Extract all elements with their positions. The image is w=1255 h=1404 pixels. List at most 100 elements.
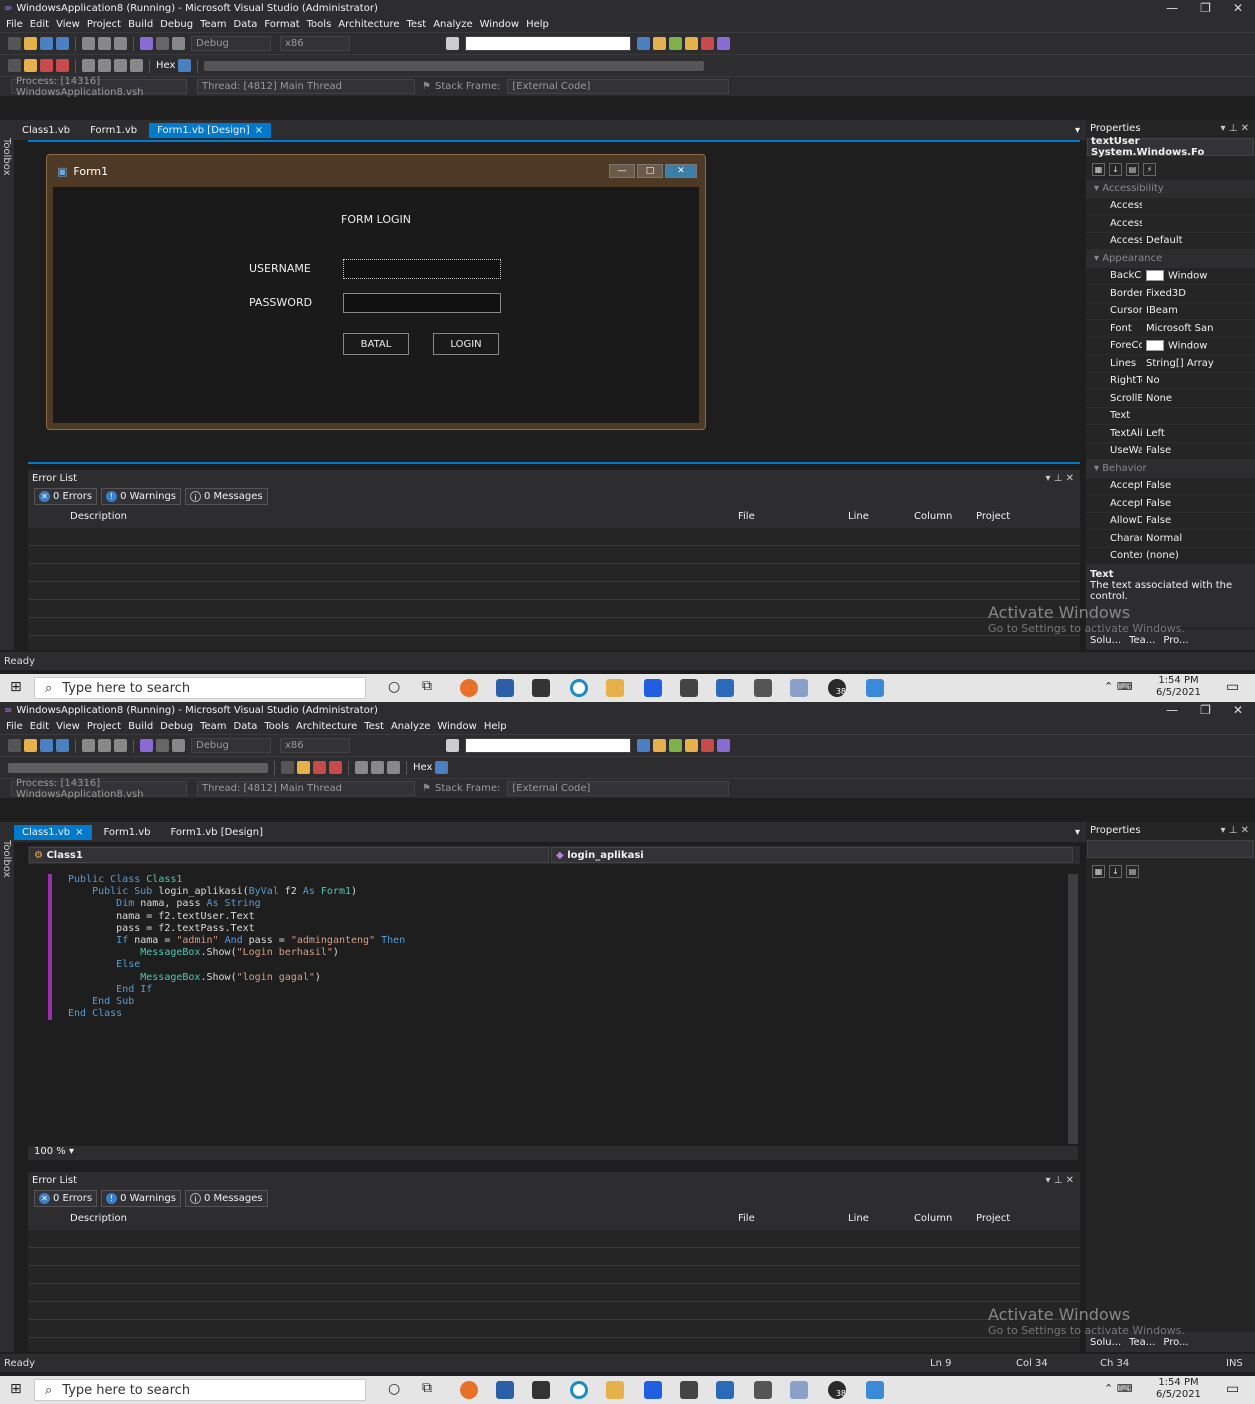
menu-analyze[interactable]: Analyze: [433, 19, 472, 30]
app2-icon[interactable]: [680, 1381, 698, 1399]
menu-file[interactable]: File: [6, 721, 23, 732]
open-folder-icon[interactable]: [24, 739, 37, 752]
col-column[interactable]: Column: [914, 1213, 952, 1224]
property-row[interactable]: CharacterCNormal: [1086, 530, 1255, 548]
col-description[interactable]: Description: [70, 1213, 127, 1224]
tray-icons[interactable]: ⌃ ⌨: [1104, 1382, 1133, 1395]
app4-icon[interactable]: [754, 679, 772, 697]
errors-filter-button[interactable]: ✕ 0 Errors: [34, 487, 98, 505]
properties-view-icon[interactable]: ▤: [1126, 162, 1139, 176]
menu-data[interactable]: Data: [234, 19, 258, 30]
breakpoints-icon[interactable]: [178, 59, 192, 72]
step-over-icon[interactable]: [114, 59, 127, 72]
menu-window[interactable]: Window: [437, 721, 476, 732]
property-row[interactable]: ContextMe(none): [1086, 548, 1255, 565]
solution-explorer-icon[interactable]: [637, 739, 650, 752]
col-column[interactable]: Column: [914, 511, 952, 522]
chrome-icon[interactable]: [460, 679, 478, 697]
code-line[interactable]: Public Sub login_aplikasi(ByVal f2 As Fo…: [68, 886, 405, 898]
properties-view-icon[interactable]: ▤: [1126, 864, 1139, 878]
property-category[interactable]: ▾ Accessibility: [1086, 180, 1255, 198]
find-combo[interactable]: [465, 36, 631, 51]
chevron-down-icon[interactable]: ▾: [1075, 827, 1080, 838]
restore-icon[interactable]: ❐: [1200, 703, 1211, 717]
tab-class1[interactable]: Class1.vb: [14, 123, 78, 138]
app2-icon[interactable]: [680, 679, 698, 697]
whatsapp-icon[interactable]: 38: [828, 679, 846, 697]
tab-form1[interactable]: Form1.vb: [82, 123, 145, 138]
col-description[interactable]: Description: [70, 511, 127, 522]
property-row[interactable]: AcceptsReFalse: [1086, 478, 1255, 495]
menu-view[interactable]: View: [56, 19, 80, 30]
stop-icon[interactable]: [40, 59, 53, 72]
alphabetical-icon[interactable]: ↓: [1109, 864, 1122, 878]
chevron-down-icon[interactable]: ▾: [1075, 125, 1080, 136]
app5-icon[interactable]: [790, 1381, 808, 1399]
app6-icon[interactable]: [866, 1381, 884, 1399]
new-project-icon[interactable]: [8, 37, 21, 50]
menu-test[interactable]: Test: [364, 721, 384, 732]
menu-test[interactable]: Test: [407, 19, 427, 30]
tab-properties[interactable]: Pro...: [1163, 1337, 1188, 1348]
chrome-icon[interactable]: [460, 1381, 478, 1399]
solution-explorer-icon[interactable]: [637, 37, 650, 50]
restart-icon[interactable]: [56, 59, 69, 72]
start-page-icon[interactable]: [701, 739, 714, 752]
notification-icon[interactable]: ▭: [1226, 1381, 1239, 1397]
platform-combo[interactable]: x86: [280, 738, 350, 753]
menu-edit[interactable]: Edit: [30, 721, 49, 732]
menu-debug[interactable]: Debug: [160, 721, 193, 732]
undo-icon[interactable]: [140, 739, 153, 752]
save-icon[interactable]: [40, 37, 53, 50]
form-close-icon[interactable]: ✕: [665, 164, 697, 178]
object-browser-icon[interactable]: [669, 37, 682, 50]
code-text[interactable]: Public Class Class1 Public Sub login_apl…: [68, 874, 405, 1020]
step-out-icon[interactable]: [130, 59, 143, 72]
tab-solution-explorer[interactable]: Solu...: [1090, 1337, 1121, 1348]
stop-icon[interactable]: [313, 761, 326, 774]
property-row[interactable]: AccessiblDefault: [1086, 233, 1255, 250]
toolbox-icon[interactable]: [685, 739, 698, 752]
property-value[interactable]: Left: [1142, 428, 1255, 439]
property-value[interactable]: Window: [1142, 340, 1255, 352]
col-file[interactable]: File: [738, 511, 755, 522]
config-combo[interactable]: Debug: [191, 738, 271, 753]
vs-taskbar-icon[interactable]: [606, 679, 624, 697]
close-icon[interactable]: ✕: [1233, 1, 1243, 15]
pin-icon[interactable]: ▾ ⊥ ✕: [1046, 473, 1074, 484]
cut-icon[interactable]: [82, 739, 95, 752]
menu-debug[interactable]: Debug: [160, 19, 193, 30]
property-row[interactable]: Lines String[] Array: [1086, 355, 1255, 373]
minimize-icon[interactable]: —: [1166, 703, 1178, 717]
save-all-icon[interactable]: [56, 739, 69, 752]
property-row[interactable]: BackColorWindow: [1086, 268, 1255, 285]
property-value[interactable]: Window: [1142, 270, 1255, 282]
property-row[interactable]: TextAlignLeft: [1086, 425, 1255, 443]
class-dropdown[interactable]: ⚙ Class1: [29, 847, 549, 863]
app-icon[interactable]: [532, 679, 550, 697]
find-icon[interactable]: [446, 37, 459, 50]
property-value[interactable]: Fixed3D: [1142, 288, 1255, 299]
process-combo[interactable]: Process: [14316] WindowsApplication8.vsh: [11, 76, 187, 98]
code-line[interactable]: MessageBox.Show("Login berhasil"): [68, 947, 405, 959]
menu-view[interactable]: View: [56, 721, 80, 732]
tab-form1[interactable]: Form1.vb: [96, 825, 159, 840]
notification-icon[interactable]: ▭: [1226, 679, 1239, 695]
file-explorer-icon[interactable]: [496, 1381, 514, 1399]
show-next-statement-icon[interactable]: [82, 59, 95, 72]
menu-build[interactable]: Build: [128, 19, 153, 30]
thread-combo[interactable]: Thread: [4812] Main Thread: [197, 79, 415, 94]
properties-icon[interactable]: [653, 739, 666, 752]
tab-form1-design[interactable]: Form1.vb [Design]: [163, 825, 272, 840]
flag-icon[interactable]: ⚑: [422, 783, 431, 794]
object-browser-icon[interactable]: [669, 739, 682, 752]
start-page-icon[interactable]: [701, 37, 714, 50]
menu-project[interactable]: Project: [87, 721, 121, 732]
menu-project[interactable]: Project: [87, 19, 121, 30]
property-value[interactable]: Normal: [1142, 533, 1255, 544]
hex-toggle[interactable]: Hex: [413, 762, 432, 773]
close-tab-icon[interactable]: ×: [255, 125, 263, 136]
property-row[interactable]: BorderStylFixed3D: [1086, 285, 1255, 303]
form1-window[interactable]: ▣ Form1 — □ ✕ FORM LOGIN USERNAME PASSWORD…: [46, 154, 706, 430]
properties-icon[interactable]: [653, 37, 666, 50]
